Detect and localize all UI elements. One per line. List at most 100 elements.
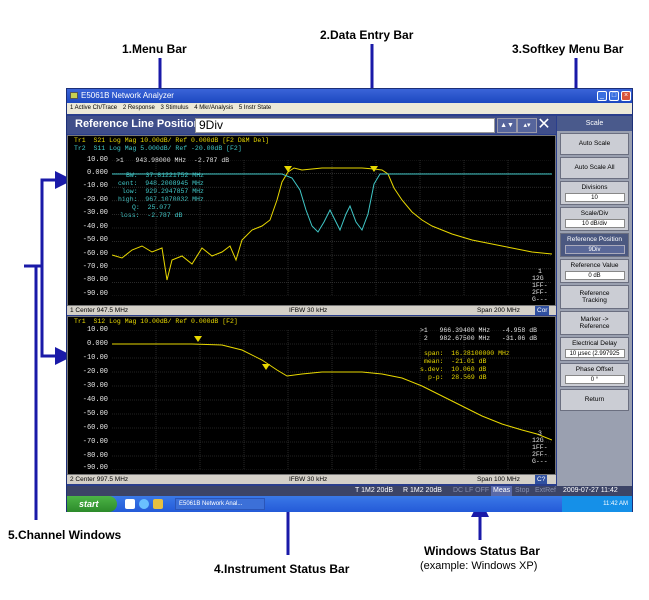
softkey-reference-value[interactable]: Reference Value 0 dB (560, 259, 629, 283)
close-window-button[interactable]: × (621, 91, 631, 101)
ch1-ytick: -40.00 (82, 223, 108, 231)
ch1-ytick: -80.00 (82, 276, 108, 284)
ch2-ytick: -10.00 (82, 354, 108, 362)
menu-bar-callout: 1.Menu Bar (122, 42, 187, 56)
menu-active-ch-trace[interactable]: 1 Active Ch/Trace (70, 105, 117, 111)
ch2-right-label: 2FF- (532, 451, 548, 458)
ch1-right-label: G--- (532, 296, 548, 303)
menu-mkr-analysis[interactable]: 4 Mkr/Analysis (194, 105, 233, 111)
softkey-scale-div[interactable]: Scale/Div 10 dB/div (560, 207, 629, 231)
taskbar-task-button[interactable]: E5061B Network Anal... (175, 498, 265, 510)
softkey-reference-tracking[interactable]: Reference Tracking (560, 285, 629, 309)
app-icon (70, 92, 78, 99)
ch1-trace2-header[interactable]: Tr2 S11 Log Mag 5.000dB/ Ref -20.00dB [F… (74, 145, 242, 152)
softkey-marker-to-reference[interactable]: Marker -> Reference (560, 311, 629, 335)
softkey-label: Reference Tracking (579, 290, 610, 304)
ch1-ytick: -70.00 (82, 263, 108, 271)
ch2-right-label: 1FF- (532, 444, 548, 451)
status-stop: Stop (515, 487, 530, 494)
data-entry-bar-callout: 2.Data Entry Bar (320, 28, 414, 42)
quick-launch-icon[interactable] (153, 499, 163, 509)
windows-status-bar-example: (example: Windows XP) (420, 560, 538, 572)
softkey-title: Scale (557, 116, 632, 131)
ch2-cor-badge: C? (535, 475, 548, 484)
menu-stimulus[interactable]: 3 Stimulus (161, 105, 189, 111)
ch1-ytick: -60.00 (82, 250, 108, 258)
ch1-right-label: 1FF- (532, 282, 548, 289)
ch2-ytick: -60.00 (82, 424, 108, 432)
softkey-label: Divisions (581, 184, 608, 191)
status-t-input: T 1M2 20dB (355, 487, 394, 494)
ch2-ifbw: IFBW 30 kHz (289, 476, 328, 483)
softkey-label: Phase Offset (575, 366, 614, 373)
softkey-return[interactable]: Return (560, 389, 629, 411)
ch1-plot[interactable] (112, 160, 552, 296)
data-entry-knob-button[interactable]: ▴▾ (517, 118, 537, 133)
ch2-ytick: -20.00 (82, 368, 108, 376)
status-datetime: 2009-07-27 11:42 (563, 487, 618, 494)
ch2-center-freq: 2 Center 997.5 MHz (70, 476, 129, 483)
ch1-trace1-header[interactable]: Tr1 S21 Log Mag 10.00dB/ Ref 0.000dB [F2… (74, 137, 269, 144)
ch2-ytick: -50.00 (82, 410, 108, 418)
softkey-menu-bar-callout: 3.Softkey Menu Bar (512, 42, 624, 56)
maximize-button[interactable]: □ (609, 91, 619, 101)
softkey-auto-scale[interactable]: Auto Scale (560, 133, 629, 155)
softkey-auto-scale-all[interactable]: Auto Scale All (560, 157, 629, 179)
softkey-label: Auto Scale (578, 140, 611, 147)
menu-instr-state[interactable]: 5 Instr State (239, 105, 271, 111)
softkey-value: 10 dB/div (564, 219, 625, 228)
ch1-ytick: -10.00 (82, 182, 108, 190)
ch2-ytick: -70.00 (82, 438, 108, 446)
ch2-ytick: -30.00 (82, 382, 108, 390)
ch2-ytick: 0.000 (86, 340, 108, 348)
minimize-button[interactable]: _ (597, 91, 607, 101)
softkey-label: Reference Value (570, 262, 619, 269)
ch1-ytick: -90.00 (82, 290, 108, 298)
status-r-input: R 1M2 20dB (403, 487, 442, 494)
softkey-label: Marker -> Reference (579, 316, 610, 330)
ch1-ytick: 10.00 (86, 156, 108, 164)
softkey-label: Electrical Delay (572, 340, 617, 347)
softkey-phase-offset[interactable]: Phase Offset 0 ° (560, 363, 629, 387)
menu-response[interactable]: 2 Response (123, 105, 155, 111)
quick-launch-icon[interactable] (139, 499, 149, 509)
instrument-status-bar-callout: 4.Instrument Status Bar (214, 562, 350, 576)
ch1-ytick: -20.00 (82, 196, 108, 204)
softkey-label: Reference Position (567, 236, 622, 243)
title-bar: E5061B Network Analyzer _ □ × (67, 89, 632, 103)
ch1-span: Span 200 MHz (477, 307, 520, 314)
softkey-label: Auto Scale All (574, 164, 615, 171)
start-button[interactable]: start (67, 496, 117, 512)
data-entry-step-button[interactable]: ▲▼ (497, 118, 517, 133)
softkey-reference-position[interactable]: Reference Position 9Div (560, 233, 629, 257)
windows-status-bar-callout: Windows Status Bar (424, 544, 540, 558)
ch1-status-strip: 1 Center 947.5 MHz IFBW 30 kHz Span 200 … (67, 306, 556, 315)
ch2-trace1-header[interactable]: Tr1 S12 Log Mag 10.00dB/ Ref 0.000dB [F2… (74, 318, 238, 325)
ch2-right-label: 3 (538, 430, 542, 437)
status-meas: Meas (491, 486, 513, 496)
channel-window-1[interactable]: Tr1 S21 Log Mag 10.00dB/ Ref 0.000dB [F2… (67, 135, 556, 306)
ch1-cor-badge: Cor (535, 306, 550, 315)
quick-launch-icon[interactable] (125, 499, 135, 509)
status-extref: ExtRef (535, 487, 557, 494)
softkey-label: Scale/Div (580, 210, 609, 217)
ch1-ytick: 0.000 (86, 169, 108, 177)
softkey-electrical-delay[interactable]: Electrical Delay 10 μsec (2.997925 (560, 337, 629, 361)
channel-window-2[interactable]: Tr1 S12 Log Mag 10.00dB/ Ref 0.000dB [F2… (67, 316, 556, 475)
ch2-ytick: -40.00 (82, 396, 108, 404)
ch2-right-label: G--- (532, 458, 548, 465)
system-tray: 11:42 AM (562, 496, 632, 512)
ch1-right-label: 12G (532, 275, 544, 282)
softkey-value: 10 (564, 193, 625, 202)
window-title: E5061B Network Analyzer (81, 91, 174, 100)
ch1-right-label: 2FF- (532, 289, 548, 296)
windows-taskbar: start E5061B Network Anal... 11:42 AM (67, 496, 632, 512)
softkey-divisions[interactable]: Divisions 10 (560, 181, 629, 205)
softkey-label: Return (584, 396, 605, 403)
data-entry-close-icon[interactable]: ✕ (535, 116, 553, 134)
data-entry-input[interactable]: 9Div (195, 118, 495, 133)
ch2-plot[interactable] (112, 330, 552, 470)
data-entry-bar: Reference Line Position 9Div ▲▼ ▴▾ ✕ (67, 116, 556, 134)
ch1-center-freq: 1 Center 947.5 MHz (70, 307, 129, 314)
ch2-right-label: 12G (532, 437, 544, 444)
